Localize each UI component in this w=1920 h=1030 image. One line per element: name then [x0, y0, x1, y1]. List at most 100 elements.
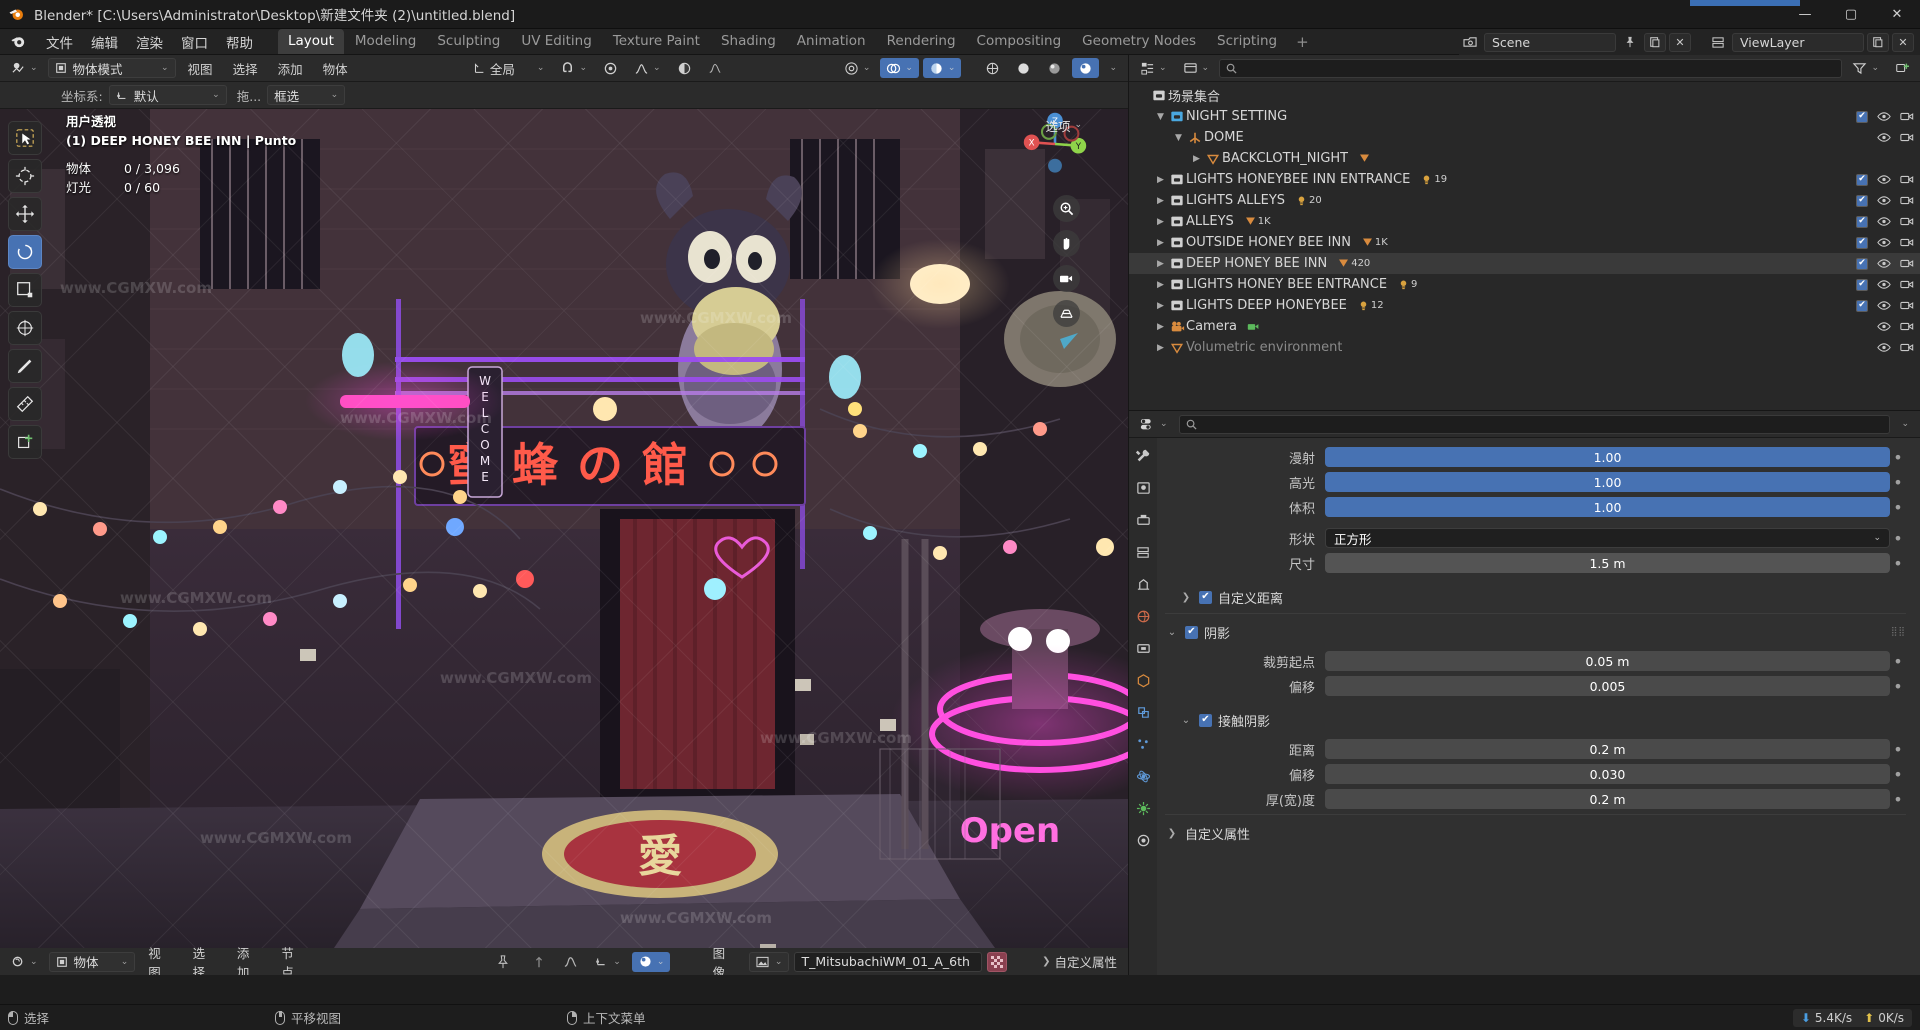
outliner-exclude-checkbox[interactable] — [1856, 236, 1868, 249]
outliner-disable-render-icon[interactable] — [1900, 174, 1914, 185]
outliner-row[interactable]: ▼ NIGHT SETTING — [1129, 106, 1920, 127]
prop-animate-contact-thickness-icon[interactable]: • — [1890, 790, 1906, 809]
footer-menu-view[interactable]: 视图 — [140, 941, 179, 976]
outliner-expand-toggle[interactable]: ▶ — [1153, 196, 1168, 206]
prop-field-contact-distance[interactable]: 0.2 m — [1325, 739, 1890, 759]
mesh-data-icon[interactable]: 1K — [1244, 215, 1271, 228]
image-browse-dropdown[interactable]: ⌄ — [748, 951, 790, 972]
outliner-expand-toggle[interactable]: ▼ — [1171, 133, 1186, 143]
prop-animate-contact-bias-icon[interactable]: • — [1890, 765, 1906, 784]
transform-orientation-dropdown[interactable]: 全局 ⌄ — [466, 58, 551, 78]
outliner-editor-type-button[interactable]: ⌄ — [1134, 58, 1173, 78]
tool-measure[interactable] — [8, 387, 42, 421]
image-type-label[interactable]: 图像 — [705, 941, 744, 976]
outliner-tree[interactable]: 场景集合▼NIGHT SETTING▼DOME▶BACKCLOTH_NIGHT▶… — [1129, 82, 1920, 410]
outliner-hide-eye-icon[interactable] — [1877, 195, 1891, 206]
prop-animate-shadow-bias-icon[interactable]: • — [1890, 677, 1906, 696]
xray-toggle-button[interactable] — [671, 58, 698, 78]
tool-move[interactable] — [8, 197, 42, 231]
add-workspace-button[interactable]: + — [1288, 30, 1317, 54]
properties-options-chevron-icon[interactable]: ⌄ — [1895, 414, 1915, 434]
mesh-data-icon[interactable] — [1358, 152, 1371, 165]
outliner-expand-toggle[interactable]: ▶ — [1153, 343, 1168, 353]
menu-help[interactable]: 帮助 — [217, 29, 262, 55]
orientation-dropdown[interactable]: 默认 ⌄ — [108, 85, 227, 105]
proportional-edit-button[interactable] — [597, 58, 624, 78]
outliner-exclude-checkbox[interactable] — [1856, 110, 1868, 123]
node-shading-icon[interactable]: ⌄ — [631, 951, 671, 972]
section-custom-distance[interactable]: ❯ 自定义距离 — [1165, 585, 1906, 609]
proportional-falloff-button[interactable]: ⌄ — [628, 58, 667, 78]
pin-scene-icon[interactable] — [1619, 33, 1641, 52]
outliner-disable-render-icon[interactable] — [1900, 300, 1914, 311]
outliner-expand-toggle[interactable]: ▶ — [1153, 280, 1168, 290]
tab-tool-icon[interactable] — [1132, 446, 1154, 466]
outliner-disable-render-icon[interactable] — [1900, 279, 1914, 290]
section-shadow[interactable]: ⌄ 阴影 ⣿⣿ — [1165, 620, 1906, 644]
viewport-shading-rendered-button[interactable]: ⌄ — [922, 58, 962, 78]
interaction-mode-dropdown[interactable]: 物体模式 ⌄ — [47, 58, 176, 78]
prop-field-clip-start[interactable]: 0.05 m — [1325, 651, 1890, 671]
outliner-disable-render-icon[interactable] — [1900, 237, 1914, 248]
outliner-disable-render-icon[interactable] — [1900, 132, 1914, 143]
image-name-field[interactable]: T_MitsubachiWM_01_A_6th — [794, 951, 982, 972]
viewport-canvas[interactable]: 蜜蜂 の館 WEL COME — [0, 109, 1128, 975]
tool-scale[interactable] — [8, 273, 42, 307]
viewport-menu-select[interactable]: 选择 — [225, 57, 266, 80]
tab-texture-paint[interactable]: Texture Paint — [603, 29, 710, 54]
mesh-data-icon[interactable]: 420 — [1337, 257, 1370, 270]
shadow-checkbox[interactable] — [1185, 625, 1198, 639]
light-icon[interactable]: 19 — [1420, 173, 1447, 186]
tab-sculpting[interactable]: Sculpting — [427, 29, 510, 54]
tab-object-icon[interactable] — [1132, 670, 1154, 690]
node-snap-icon[interactable]: ⌄ — [589, 952, 627, 972]
prop-animate-volume-icon[interactable]: • — [1890, 498, 1906, 517]
tab-data-icon[interactable] — [1132, 798, 1154, 818]
outliner-row[interactable]: ▶ OUTSIDE HONEY BEE INN 1K — [1129, 232, 1920, 253]
outliner-expand-toggle[interactable]: ▶ — [1189, 154, 1204, 164]
scene-name-field[interactable]: Scene — [1484, 32, 1616, 52]
tool-add-cube[interactable] — [8, 425, 42, 459]
viewport-options-dropdown[interactable]: 选项 ⌄ — [1039, 115, 1088, 135]
section-contact-shadow[interactable]: ⌄ 接触阴影 — [1165, 708, 1906, 732]
footer-menu-select[interactable]: 选择 — [185, 941, 224, 976]
tab-physics-icon[interactable] — [1132, 766, 1154, 786]
prop-animate-specular-icon[interactable]: • — [1890, 473, 1906, 492]
outliner-display-mode-button[interactable]: ⌄ — [1177, 58, 1216, 78]
outliner-hide-eye-icon[interactable] — [1877, 216, 1891, 227]
viewport-menu-view[interactable]: 视图 — [180, 57, 221, 80]
prop-field-contact-thickness[interactable]: 0.2 m — [1325, 789, 1890, 809]
footer-editor-type-button[interactable]: ⌄ — [5, 952, 44, 972]
close-button[interactable]: ✕ — [1874, 0, 1920, 29]
outliner-row[interactable]: ▼ DOME — [1129, 127, 1920, 148]
tab-compositing[interactable]: Compositing — [967, 29, 1072, 54]
tab-rendering[interactable]: Rendering — [877, 29, 966, 54]
delete-scene-button[interactable]: ✕ — [1669, 32, 1691, 52]
prop-field-contact-bias[interactable]: 0.030 — [1325, 764, 1890, 784]
outliner-expand-toggle[interactable]: ▼ — [1153, 112, 1168, 122]
shading-wireframe-icon[interactable] — [979, 58, 1006, 78]
maximize-button[interactable]: ▢ — [1828, 0, 1874, 29]
shading-rendered-icon[interactable] — [1072, 58, 1100, 78]
outliner-row[interactable]: ▶ Camera — [1129, 316, 1920, 337]
mesh-data-icon[interactable]: 1K — [1361, 236, 1388, 249]
outliner-exclude-checkbox[interactable] — [1856, 278, 1868, 291]
outliner-filter-icon[interactable]: ⌄ — [1846, 58, 1885, 78]
tool-cursor[interactable] — [8, 159, 42, 193]
falloff-curve-icon[interactable] — [702, 58, 728, 78]
shading-options-chevron-icon[interactable]: ⌄ — [1103, 58, 1123, 78]
snap-to-node-icon[interactable] — [526, 952, 552, 972]
tool-tweak-select-box[interactable] — [8, 121, 42, 155]
outliner-exclude-checkbox[interactable] — [1856, 194, 1868, 207]
outliner-new-collection-icon[interactable] — [1889, 58, 1915, 78]
outliner-row[interactable]: ▶ LIGHTS DEEP HONEYBEE 12 — [1129, 295, 1920, 316]
tab-scripting[interactable]: Scripting — [1207, 29, 1287, 54]
tool-annotate[interactable] — [8, 349, 42, 383]
light-icon[interactable]: 9 — [1397, 278, 1417, 291]
viewport-menu-object[interactable]: 物体 — [315, 57, 356, 80]
tab-geometry-nodes[interactable]: Geometry Nodes — [1072, 29, 1206, 54]
outliner-exclude-checkbox[interactable] — [1856, 299, 1868, 312]
outliner-hide-eye-icon[interactable] — [1877, 174, 1891, 185]
prop-field-shadow-bias[interactable]: 0.005 — [1325, 676, 1890, 696]
outliner-expand-toggle[interactable]: ▶ — [1153, 175, 1168, 185]
